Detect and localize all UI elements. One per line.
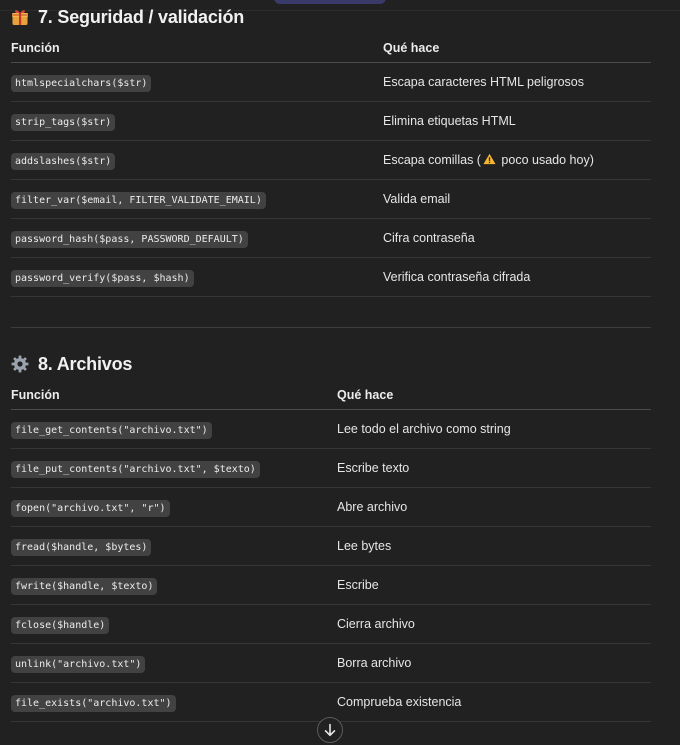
column-header-funcion: Función	[11, 33, 383, 63]
table-row: unlink("archivo.txt") Borra archivo	[11, 643, 651, 683]
scroll-to-bottom-button[interactable]	[317, 717, 343, 743]
table-row: fread($handle, $bytes) Lee bytes	[11, 526, 651, 566]
column-header-funcion: Función	[11, 380, 337, 410]
table-row: filter_var($email, FILTER_VALIDATE_EMAIL…	[11, 179, 651, 219]
function-code: filter_var($email, FILTER_VALIDATE_EMAIL…	[11, 192, 266, 209]
function-description: Escapa comillas ( poco usado hoy)	[383, 140, 651, 180]
functions-table: Función Qué hace htmlspecialchars($str) …	[11, 33, 651, 297]
table-row: htmlspecialchars($str) Escapa caracteres…	[11, 62, 651, 102]
function-description: Comprueba existencia	[337, 682, 651, 722]
function-description: Cierra archivo	[337, 604, 651, 644]
function-description: Verifica contraseña cifrada	[383, 257, 651, 297]
function-description: Abre archivo	[337, 487, 651, 527]
warning-icon	[483, 153, 496, 165]
function-description: Valida email	[383, 179, 651, 219]
table-row: fclose($handle) Cierra archivo	[11, 604, 651, 644]
function-code: addslashes($str)	[11, 153, 116, 170]
function-code: password_verify($pass, $hash)	[11, 270, 194, 287]
function-description: Escapa caracteres HTML peligrosos	[383, 62, 651, 102]
function-description: Cifra contraseña	[383, 218, 651, 258]
section-title: 7. Seguridad / validación	[38, 6, 245, 27]
chat-response-page: 7. Seguridad / validación Función Qué ha…	[0, 0, 680, 745]
function-code: file_put_contents("archivo.txt", $texto)	[11, 461, 260, 478]
section-seguridad: 7. Seguridad / validación Función Qué ha…	[11, 4, 651, 297]
function-description: Escribe texto	[337, 448, 651, 488]
table-row: fwrite($handle, $texto) Escribe	[11, 565, 651, 605]
function-code: unlink("archivo.txt")	[11, 656, 146, 673]
arrow-down-icon	[324, 723, 336, 737]
table-row: password_verify($pass, $hash) Verifica c…	[11, 257, 651, 297]
section-divider	[11, 327, 651, 328]
table-row: file_get_contents("archivo.txt") Lee tod…	[11, 409, 651, 449]
description-suffix: poco usado hoy)	[497, 153, 594, 167]
column-header-que-hace: Qué hace	[383, 33, 651, 63]
function-code: htmlspecialchars($str)	[11, 75, 152, 92]
function-code: file_exists("archivo.txt")	[11, 695, 176, 712]
table-row: file_exists("archivo.txt") Comprueba exi…	[11, 682, 651, 722]
table-row: strip_tags($str) Elimina etiquetas HTML	[11, 101, 651, 141]
gift-box-icon	[12, 10, 28, 25]
section-title: 8. Archivos	[38, 353, 133, 374]
table-row: file_put_contents("archivo.txt", $texto)…	[11, 448, 651, 488]
functions-table: Función Qué hace file_get_contents("arch…	[11, 380, 651, 722]
function-description: Elimina etiquetas HTML	[383, 101, 651, 141]
table-row: password_hash($pass, PASSWORD_DEFAULT) C…	[11, 218, 651, 258]
function-code: password_hash($pass, PASSWORD_DEFAULT)	[11, 231, 248, 248]
function-description: Lee todo el archivo como string	[337, 409, 651, 449]
gear-icon	[11, 355, 29, 373]
function-code: fopen("archivo.txt", "r")	[11, 500, 170, 517]
section-archivos: 8. Archivos Función Qué hace file_get_co…	[11, 351, 651, 722]
table-row: addslashes($str) Escapa comillas ( poco …	[11, 140, 651, 180]
function-description: Escribe	[337, 565, 651, 605]
description-prefix: Escapa comillas (	[383, 153, 481, 167]
section-heading: 7. Seguridad / validación	[11, 4, 651, 30]
section-heading: 8. Archivos	[11, 351, 651, 377]
function-code: strip_tags($str)	[11, 114, 116, 131]
function-code: file_get_contents("archivo.txt")	[11, 422, 212, 439]
column-header-que-hace: Qué hace	[337, 380, 651, 410]
function-description: Lee bytes	[337, 526, 651, 566]
function-description: Borra archivo	[337, 643, 651, 683]
function-code: fclose($handle)	[11, 617, 110, 634]
function-code: fwrite($handle, $texto)	[11, 578, 158, 595]
table-row: fopen("archivo.txt", "r") Abre archivo	[11, 487, 651, 527]
function-code: fread($handle, $bytes)	[11, 539, 152, 556]
